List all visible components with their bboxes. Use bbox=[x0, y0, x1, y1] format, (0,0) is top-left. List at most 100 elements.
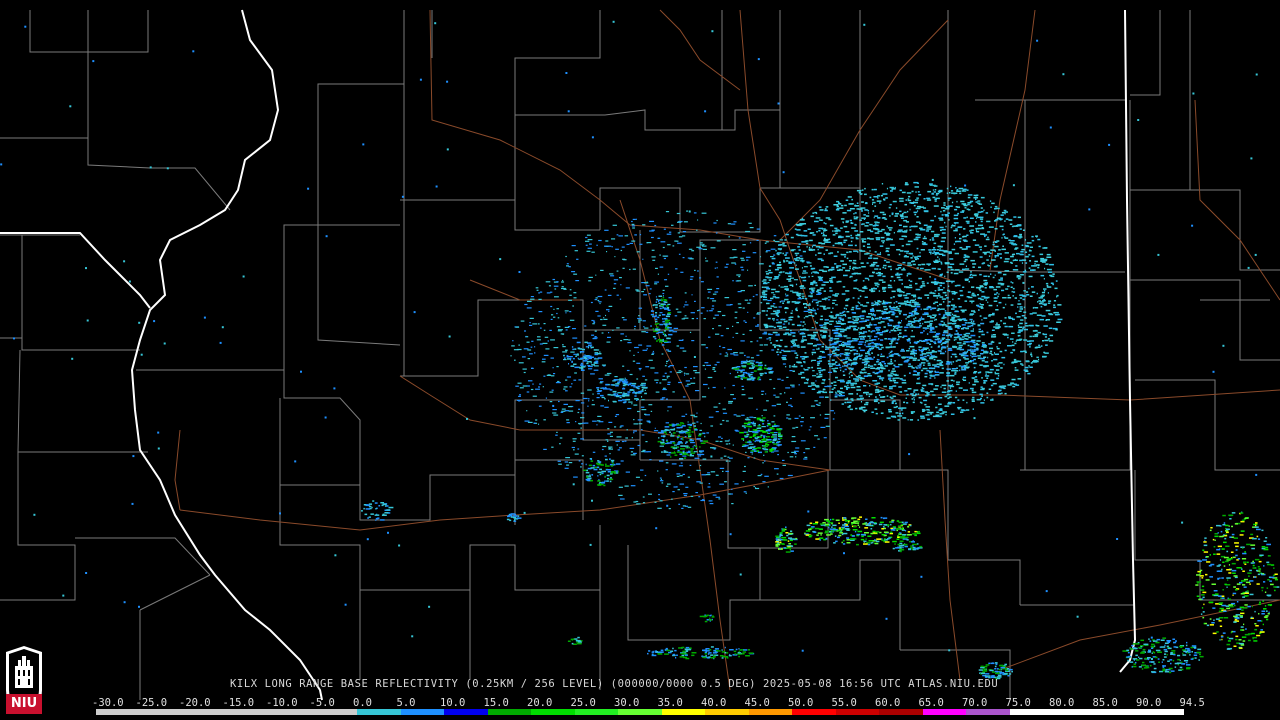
echo-pixel bbox=[776, 473, 779, 475]
echo-pixel bbox=[917, 373, 920, 375]
echo-pixel bbox=[877, 375, 882, 378]
echo-pixel bbox=[942, 411, 947, 413]
echo-pixel bbox=[985, 238, 990, 241]
echo-pixel bbox=[735, 332, 739, 334]
echo-pixel bbox=[719, 483, 724, 485]
echo-pixel bbox=[938, 292, 940, 295]
echo-pixel bbox=[855, 305, 859, 307]
echo-pixel bbox=[637, 419, 643, 421]
echo-pixel bbox=[973, 344, 976, 346]
echo-pixel bbox=[814, 272, 819, 274]
echo-pixel bbox=[711, 308, 715, 310]
echo-pixel bbox=[670, 433, 673, 435]
echo-pixel bbox=[1043, 298, 1045, 301]
echo-pixel bbox=[867, 243, 870, 245]
echo-pixel bbox=[979, 248, 982, 251]
echo-pixel bbox=[967, 325, 971, 328]
echo-pixel bbox=[881, 379, 884, 381]
echo-pixel bbox=[830, 382, 834, 384]
echo-pixel bbox=[934, 295, 939, 297]
echo-pixel bbox=[1013, 225, 1019, 227]
echo-pixel bbox=[824, 413, 830, 415]
echo-pixel bbox=[865, 362, 868, 365]
echo-pixel bbox=[811, 275, 814, 277]
echo-pixel bbox=[873, 343, 877, 345]
echo-pixel bbox=[1017, 324, 1020, 327]
echo-pixel bbox=[680, 445, 685, 447]
echo-pixel bbox=[714, 364, 718, 366]
echo-pixel bbox=[728, 443, 731, 445]
echo-pixel bbox=[951, 291, 956, 293]
echo-pixel bbox=[958, 344, 963, 347]
echo-pixel bbox=[563, 359, 567, 361]
echo-pixel bbox=[1004, 252, 1009, 254]
echo-pixel bbox=[601, 332, 604, 334]
echo-pixel bbox=[672, 424, 677, 426]
echo-pixel bbox=[676, 443, 680, 445]
echo-pixel bbox=[934, 315, 937, 318]
echo-pixel bbox=[917, 372, 921, 374]
echo-pixel bbox=[569, 289, 572, 291]
echo-pixel bbox=[788, 262, 793, 264]
echo-pixel bbox=[768, 265, 772, 267]
echo-pixel bbox=[875, 332, 881, 335]
echo-pixel bbox=[994, 256, 997, 258]
echo-pixel bbox=[766, 400, 769, 402]
echo-pixel bbox=[932, 189, 934, 191]
echo-pixel bbox=[794, 252, 797, 255]
echo-pixel bbox=[678, 370, 682, 372]
echo-pixel bbox=[682, 451, 685, 454]
echo-pixel bbox=[949, 263, 955, 265]
echo-pixel bbox=[875, 386, 878, 388]
echo-pixel bbox=[581, 463, 584, 465]
echo-pixel bbox=[774, 268, 779, 271]
echo-pixel bbox=[753, 434, 756, 436]
echo-pixel bbox=[856, 202, 859, 204]
echo-pixel bbox=[1018, 237, 1022, 239]
echo-pixel bbox=[898, 311, 902, 313]
echo-pixel bbox=[661, 344, 665, 346]
echo-pixel bbox=[709, 503, 714, 505]
echo-pixel bbox=[725, 470, 729, 472]
echo-pixel bbox=[1028, 365, 1030, 367]
echo-pixel bbox=[657, 300, 660, 302]
echo-pixel bbox=[697, 270, 699, 272]
echo-pixel bbox=[663, 299, 667, 301]
echo-pixel bbox=[983, 297, 989, 299]
echo-pixel bbox=[893, 330, 897, 332]
echo-pixel bbox=[564, 467, 569, 469]
echo-pixel bbox=[863, 392, 868, 394]
echo-pixel bbox=[530, 296, 534, 298]
echo-pixel bbox=[965, 309, 967, 311]
echo-pixel bbox=[554, 296, 559, 298]
echo-pixel bbox=[895, 207, 898, 209]
echo-pixel bbox=[895, 315, 899, 318]
echo-pixel bbox=[761, 310, 766, 312]
echo-pixel bbox=[966, 364, 968, 366]
echo-pixel bbox=[825, 299, 827, 301]
echo-pixel bbox=[830, 343, 833, 345]
echo-pixel bbox=[756, 417, 761, 420]
echo-pixel bbox=[875, 223, 877, 225]
echo-pixel bbox=[538, 298, 542, 300]
echo-pixel bbox=[998, 271, 1002, 274]
echo-pixel bbox=[874, 408, 878, 410]
echo-pixel bbox=[929, 317, 934, 319]
echo-pixel bbox=[552, 412, 557, 414]
echo-pixel bbox=[951, 192, 955, 194]
echo-pixel bbox=[1009, 261, 1013, 264]
echo-pixel bbox=[1038, 358, 1040, 361]
echo-pixel bbox=[856, 398, 859, 400]
echo-pixel bbox=[962, 239, 967, 241]
echo-pixel bbox=[929, 320, 934, 322]
echo-pixel bbox=[815, 217, 821, 219]
echo-pixel bbox=[892, 377, 896, 380]
echo-pixel bbox=[572, 440, 576, 442]
echo-pixel bbox=[946, 297, 949, 299]
echo-pixel bbox=[840, 359, 843, 361]
echo-pixel bbox=[746, 360, 751, 363]
echo-pixel bbox=[915, 288, 921, 291]
echo-pixel bbox=[1036, 325, 1040, 327]
echo-pixel bbox=[873, 228, 879, 230]
echo-pixel bbox=[892, 395, 896, 398]
